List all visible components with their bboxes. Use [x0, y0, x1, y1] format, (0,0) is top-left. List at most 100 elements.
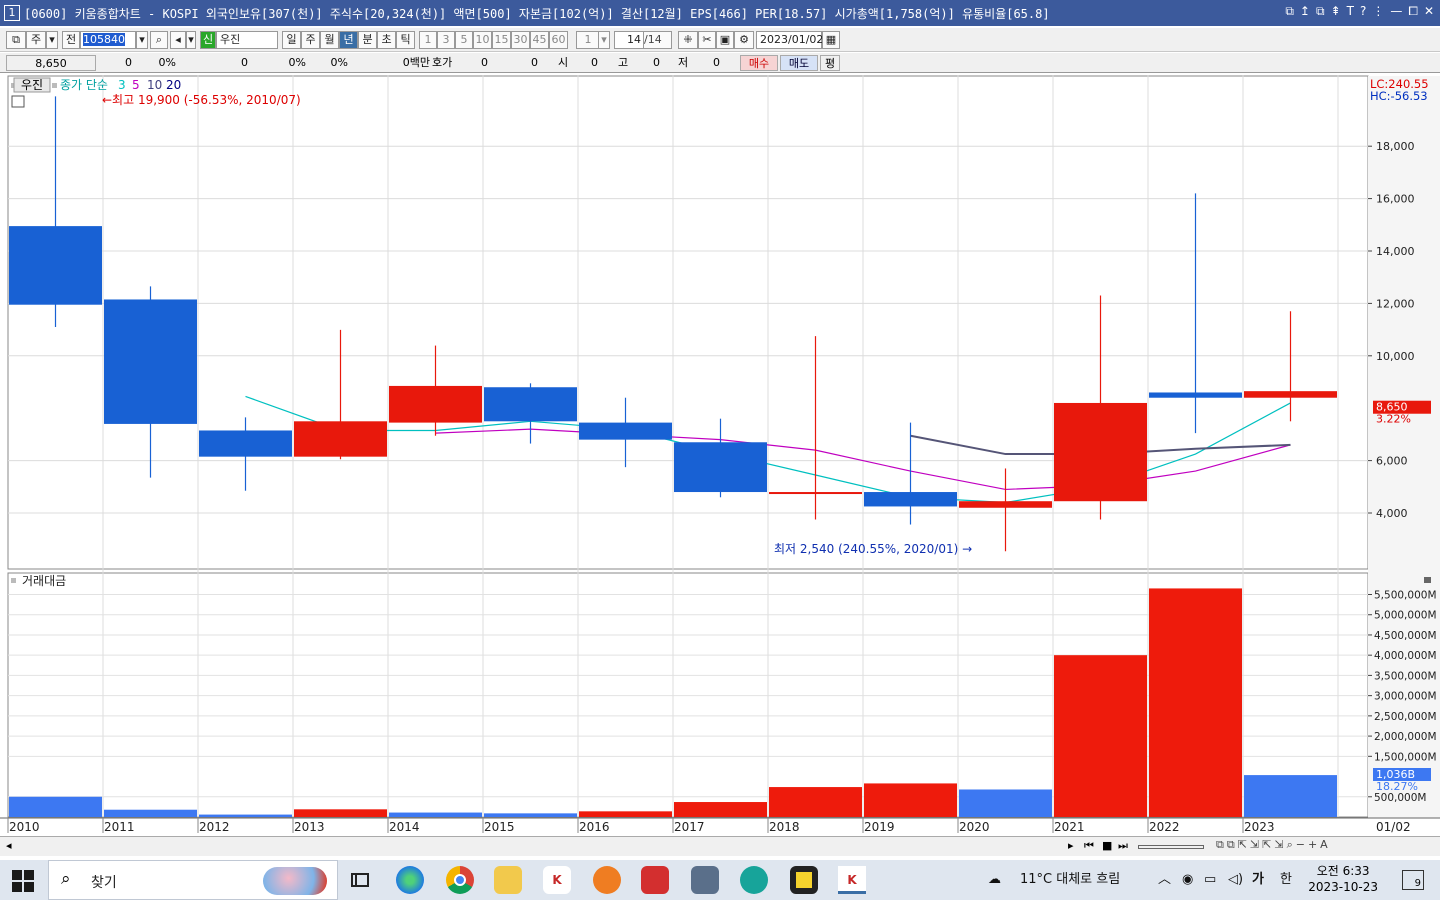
stop-icon[interactable]: ■	[1102, 839, 1112, 852]
task-view-icon[interactable]	[346, 866, 374, 894]
chart-tool-icons[interactable]: ⧉⧉⇱⇲⇱⇲⌕−+A	[1216, 838, 1331, 852]
extra-pct: 0%	[330, 56, 348, 69]
buy-button[interactable]: 매수	[740, 55, 778, 71]
windows-start-icon[interactable]	[12, 870, 34, 892]
kiwoom-active-icon[interactable]: K	[838, 866, 866, 894]
avg-button[interactable]: 평	[820, 55, 840, 71]
app-teal-icon[interactable]	[740, 866, 768, 894]
scroll-left-icon[interactable]: ◂	[6, 839, 12, 852]
gear-icon[interactable]: ⚙	[734, 31, 754, 49]
interval-button-6[interactable]: 45	[530, 31, 549, 49]
window-pin-icon[interactable]: ↥	[1300, 4, 1310, 19]
date-input[interactable]: 2023/01/02	[756, 31, 823, 49]
pane-close-icon[interactable]	[1424, 577, 1431, 583]
x-axis-label: 2015	[484, 820, 515, 834]
volume-tick-label: 4,500,000M	[1374, 630, 1437, 642]
window-separator-icon: ⋮	[1372, 4, 1385, 18]
chevron-down-icon[interactable]: ▾	[598, 31, 610, 49]
period-tab-6[interactable]: 틱	[396, 31, 415, 49]
taskbar-search[interactable]: ⌕ 찾기	[48, 860, 338, 900]
stock-code-input[interactable]: 105840	[80, 31, 136, 49]
meet-icon[interactable]: ◉	[1182, 860, 1193, 900]
price-tick-label: 4,000	[1376, 507, 1408, 520]
candle-body	[769, 492, 862, 495]
interval-select[interactable]: 1	[576, 31, 600, 49]
volume-bar	[769, 787, 862, 817]
interval-button-2[interactable]: 5	[455, 31, 473, 49]
ime-lang[interactable]: 한	[1280, 860, 1292, 900]
calculator-icon[interactable]	[691, 866, 719, 894]
period-tab-3[interactable]: 년	[339, 31, 358, 49]
weather-text[interactable]: 11°C 대체로 흐림	[1020, 860, 1120, 900]
stock-code-value: 105840	[83, 33, 125, 46]
period-tab-1[interactable]: 주	[301, 31, 320, 49]
volume-tick-label: 500,000M	[1374, 792, 1426, 804]
chevron-down-icon[interactable]: ▾	[136, 31, 148, 49]
layout-icon[interactable]: ⧉	[6, 31, 26, 49]
chart-area[interactable]: 18,000 16,000 14,000 12,000 10,000 6,000 4,000…	[0, 75, 1440, 835]
candle-body	[579, 422, 672, 440]
candle-body	[1054, 402, 1147, 502]
x-axis-label: 2019	[864, 820, 895, 834]
calendar-icon[interactable]: ▦	[822, 31, 840, 49]
ime-mode[interactable]: 가	[1252, 860, 1264, 900]
period-tab-5[interactable]: 초	[377, 31, 396, 49]
search-icon[interactable]: ⌕	[150, 31, 168, 49]
first-page-icon[interactable]: ⏮	[1084, 839, 1094, 853]
chart-svg[interactable]: 18,000 16,000 14,000 12,000 10,000 6,000 4,000…	[0, 75, 1440, 835]
page-count-input[interactable]: 14	[614, 31, 644, 49]
chevron-down-icon[interactable]: ▾	[46, 31, 58, 49]
sell-button[interactable]: 매도	[780, 55, 818, 71]
weather-icon[interactable]: ☁	[988, 860, 1001, 900]
speaker-icon[interactable]: ◂	[170, 31, 186, 49]
high-annotation: ←최고 19,900 (-56.53%, 2010/07)	[102, 93, 301, 107]
chevron-down-icon[interactable]: ▾	[186, 31, 196, 49]
interval-button-1[interactable]: 3	[437, 31, 455, 49]
app-red-icon[interactable]	[641, 866, 669, 894]
file-explorer-icon[interactable]	[494, 866, 522, 894]
candle-body	[864, 492, 957, 507]
taskbar-clock[interactable]: 오전 6:33 2023-10-23	[1308, 863, 1378, 895]
x-axis-label: 2011	[104, 820, 135, 834]
app-orange-icon[interactable]	[593, 866, 621, 894]
interval-button-0[interactable]: 1	[419, 31, 437, 49]
chrome-browser-icon[interactable]	[446, 866, 474, 894]
interval-button-7[interactable]: 60	[549, 31, 568, 49]
window-tool-icon[interactable]: ⇞	[1331, 4, 1341, 19]
crosshair-icon[interactable]: ⁜	[678, 31, 698, 49]
window-copy-icon[interactable]: ⧉	[1316, 4, 1325, 19]
window-text-icon[interactable]: T	[1347, 4, 1354, 19]
type2-button[interactable]: 전	[62, 31, 80, 49]
stock-name-field[interactable]: 우진	[216, 31, 278, 49]
window-restore-icon[interactable]: ⧉	[1285, 4, 1294, 19]
open-value: 0	[591, 56, 598, 69]
sticky-notes-icon[interactable]	[790, 866, 818, 894]
x-axis-label: 2012	[199, 820, 230, 834]
save-icon[interactable]: ▣	[716, 31, 734, 49]
window-minimize-icon[interactable]: —	[1390, 4, 1402, 19]
volume-value: 0	[241, 56, 248, 69]
legend-ma-period: 10	[147, 78, 162, 92]
interval-button-4[interactable]: 15	[492, 31, 511, 49]
tray-expand-icon[interactable]: ︿	[1158, 860, 1171, 900]
volume-icon[interactable]: ◁)	[1228, 860, 1243, 900]
network-icon[interactable]: ▭	[1204, 860, 1216, 900]
interval-button-3[interactable]: 10	[473, 31, 492, 49]
window-maximize-icon[interactable]: ⧠	[1408, 4, 1418, 19]
period-tab-4[interactable]: 분	[358, 31, 377, 49]
window-close-icon[interactable]: ✕	[1424, 4, 1434, 19]
cut-icon[interactable]: ✂	[698, 31, 716, 49]
edge-browser-icon[interactable]	[396, 866, 424, 894]
notification-icon[interactable]: 9	[1402, 870, 1424, 890]
type1-select[interactable]: 주	[26, 31, 46, 49]
scroll-right-icon[interactable]: ▸	[1068, 839, 1074, 852]
interval-button-5[interactable]: 30	[511, 31, 530, 49]
window-help-icon[interactable]: ?	[1360, 4, 1366, 19]
kiwoom-app-icon[interactable]: K	[543, 866, 571, 894]
chart-scrollbar[interactable]: ◂ ▸ ⏮ ■ ⏭ ⧉⧉⇱⇲⇱⇲⌕−+A	[0, 836, 1440, 856]
x-axis-label: 2010	[9, 820, 40, 834]
zoom-slider[interactable]	[1138, 845, 1204, 849]
last-page-icon[interactable]: ⏭	[1118, 839, 1128, 853]
period-tab-0[interactable]: 일	[282, 31, 301, 49]
period-tab-2[interactable]: 월	[320, 31, 339, 49]
